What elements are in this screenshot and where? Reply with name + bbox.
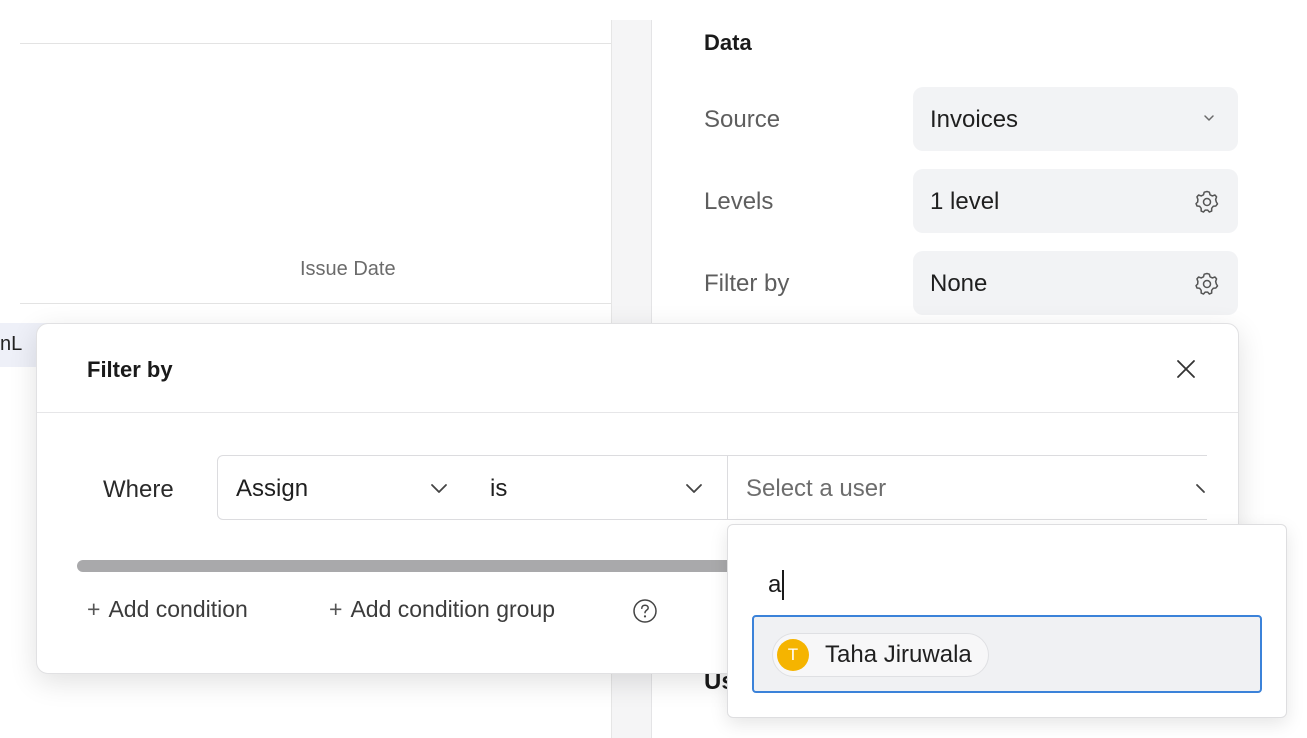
user-name: Taha Jiruwala xyxy=(825,641,972,668)
field-select-value: Assign xyxy=(236,475,309,502)
add-condition-group-button[interactable]: + Add condition group xyxy=(329,596,555,623)
gear-icon[interactable] xyxy=(1193,270,1221,298)
popover-header: Filter by xyxy=(37,324,1238,413)
avatar: T xyxy=(777,639,809,671)
levels-control[interactable]: 1 level xyxy=(913,169,1238,233)
user-chip: T Taha Jiruwala xyxy=(772,633,989,677)
operator-select-value: is xyxy=(490,475,508,502)
divider xyxy=(20,303,612,304)
horizontal-scrollbar[interactable] xyxy=(77,560,767,572)
gear-icon[interactable] xyxy=(1193,188,1221,216)
add-condition-label: Add condition xyxy=(108,596,248,622)
canvas-chip-text: nL xyxy=(0,333,23,355)
plus-icon: + xyxy=(329,596,343,622)
section-title-data: Data xyxy=(704,30,752,55)
divider xyxy=(20,43,612,44)
axis-label: Issue Date xyxy=(300,258,396,280)
user-search-input[interactable]: a xyxy=(768,571,781,599)
filter-by-control[interactable]: None xyxy=(913,251,1238,315)
source-value: Invoices xyxy=(930,106,1019,133)
help-icon[interactable] xyxy=(632,598,658,624)
plus-icon: + xyxy=(87,596,101,622)
chevron-down-icon xyxy=(1196,484,1205,493)
popover-title: Filter by xyxy=(87,357,173,382)
user-dropdown: a T Taha Jiruwala xyxy=(727,524,1287,718)
operator-select[interactable]: is xyxy=(472,455,728,520)
user-select[interactable]: Select a user xyxy=(727,455,1207,520)
source-select[interactable]: Invoices xyxy=(913,87,1238,151)
levels-label: Levels xyxy=(704,188,774,215)
add-condition-button[interactable]: + Add condition xyxy=(87,596,248,623)
field-select[interactable]: Assign xyxy=(217,455,473,520)
chevron-down-icon xyxy=(686,484,702,493)
levels-value: 1 level xyxy=(930,188,1000,215)
user-option[interactable]: T Taha Jiruwala xyxy=(752,615,1262,693)
chevron-down-icon xyxy=(431,484,447,493)
user-select-placeholder: Select a user xyxy=(746,475,887,502)
add-condition-group-label: Add condition group xyxy=(350,596,556,622)
source-label: Source xyxy=(704,106,781,133)
where-label: Where xyxy=(103,476,174,503)
text-caret xyxy=(782,570,784,600)
filter-by-label: Filter by xyxy=(704,270,790,297)
chevron-down-icon xyxy=(1204,115,1214,121)
close-icon[interactable] xyxy=(1173,356,1199,382)
filter-by-value: None xyxy=(930,270,988,297)
